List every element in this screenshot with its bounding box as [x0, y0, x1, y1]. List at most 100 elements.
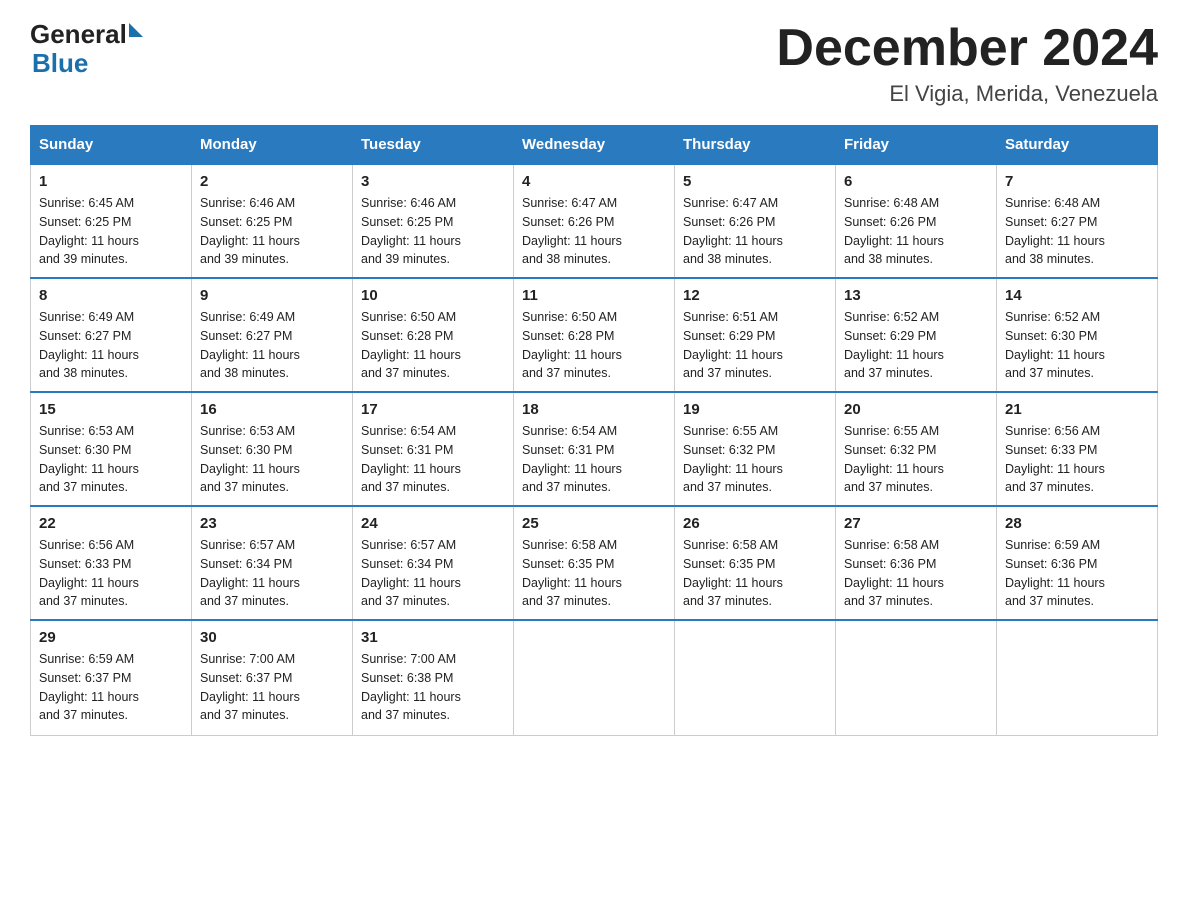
calendar-cell: 2 Sunrise: 6:46 AMSunset: 6:25 PMDaylight…	[192, 164, 353, 278]
calendar-cell: 17 Sunrise: 6:54 AMSunset: 6:31 PMDayligh…	[353, 392, 514, 506]
calendar-cell: 12 Sunrise: 6:51 AMSunset: 6:29 PMDayligh…	[675, 278, 836, 392]
calendar-cell: 1 Sunrise: 6:45 AMSunset: 6:25 PMDaylight…	[31, 164, 192, 278]
day-info: Sunrise: 6:58 AMSunset: 6:35 PMDaylight:…	[683, 536, 827, 611]
day-number: 24	[361, 515, 505, 532]
calendar-cell: 24 Sunrise: 6:57 AMSunset: 6:34 PMDayligh…	[353, 506, 514, 620]
day-info: Sunrise: 6:53 AMSunset: 6:30 PMDaylight:…	[200, 422, 344, 497]
day-number: 10	[361, 287, 505, 304]
calendar-cell: 21Sunrise: 6:56 AMSunset: 6:33 PMDayligh…	[997, 392, 1158, 506]
day-info: Sunrise: 6:55 AMSunset: 6:32 PMDaylight:…	[683, 422, 827, 497]
calendar-cell	[675, 620, 836, 735]
calendar-cell: 11 Sunrise: 6:50 AMSunset: 6:28 PMDayligh…	[514, 278, 675, 392]
day-info: Sunrise: 6:46 AMSunset: 6:25 PMDaylight:…	[361, 194, 505, 269]
calendar-week-row: 15 Sunrise: 6:53 AMSunset: 6:30 PMDayligh…	[31, 392, 1158, 506]
day-info: Sunrise: 6:48 AMSunset: 6:27 PMDaylight:…	[1005, 194, 1149, 269]
day-info: Sunrise: 6:58 AMSunset: 6:35 PMDaylight:…	[522, 536, 666, 611]
calendar-cell: 3Sunrise: 6:46 AMSunset: 6:25 PMDaylight…	[353, 164, 514, 278]
calendar-cell	[836, 620, 997, 735]
calendar-col-header-thursday: Thursday	[675, 126, 836, 165]
calendar-col-header-monday: Monday	[192, 126, 353, 165]
calendar-col-header-tuesday: Tuesday	[353, 126, 514, 165]
calendar-header-row: SundayMondayTuesdayWednesdayThursdayFrid…	[31, 126, 1158, 165]
calendar-cell: 30Sunrise: 7:00 AMSunset: 6:37 PMDayligh…	[192, 620, 353, 735]
day-info: Sunrise: 6:46 AMSunset: 6:25 PMDaylight:…	[200, 194, 344, 269]
day-info: Sunrise: 6:56 AMSunset: 6:33 PMDaylight:…	[39, 536, 183, 611]
calendar-cell: 4Sunrise: 6:47 AMSunset: 6:26 PMDaylight…	[514, 164, 675, 278]
calendar-cell: 18 Sunrise: 6:54 AMSunset: 6:31 PMDayligh…	[514, 392, 675, 506]
day-number: 7	[1005, 173, 1149, 190]
day-info: Sunrise: 6:50 AMSunset: 6:28 PMDaylight:…	[361, 308, 505, 383]
day-number: 12	[683, 287, 827, 304]
day-number: 23	[200, 515, 344, 532]
calendar-cell: 25 Sunrise: 6:58 AMSunset: 6:35 PMDayligh…	[514, 506, 675, 620]
day-number: 25	[522, 515, 666, 532]
day-info: Sunrise: 6:45 AMSunset: 6:25 PMDaylight:…	[39, 194, 183, 269]
day-info: Sunrise: 6:49 AMSunset: 6:27 PMDaylight:…	[39, 308, 183, 383]
day-number: 26	[683, 515, 827, 532]
calendar-week-row: 22 Sunrise: 6:56 AMSunset: 6:33 PMDayligh…	[31, 506, 1158, 620]
day-info: Sunrise: 6:50 AMSunset: 6:28 PMDaylight:…	[522, 308, 666, 383]
day-info: Sunrise: 6:48 AMSunset: 6:26 PMDaylight:…	[844, 194, 988, 269]
day-number: 27	[844, 515, 988, 532]
calendar-cell: 13 Sunrise: 6:52 AMSunset: 6:29 PMDayligh…	[836, 278, 997, 392]
day-number: 14	[1005, 287, 1149, 304]
day-info: Sunrise: 6:52 AMSunset: 6:29 PMDaylight:…	[844, 308, 988, 383]
calendar-col-header-saturday: Saturday	[997, 126, 1158, 165]
day-info: Sunrise: 6:57 AMSunset: 6:34 PMDaylight:…	[200, 536, 344, 611]
page-header: General Blue December 2024 El Vigia, Mer…	[30, 20, 1158, 107]
calendar-cell: 5Sunrise: 6:47 AMSunset: 6:26 PMDaylight…	[675, 164, 836, 278]
day-info: Sunrise: 6:54 AMSunset: 6:31 PMDaylight:…	[522, 422, 666, 497]
location-title: El Vigia, Merida, Venezuela	[776, 81, 1158, 107]
day-number: 6	[844, 173, 988, 190]
day-info: Sunrise: 6:55 AMSunset: 6:32 PMDaylight:…	[844, 422, 988, 497]
day-number: 28	[1005, 515, 1149, 532]
calendar-cell: 27Sunrise: 6:58 AMSunset: 6:36 PMDayligh…	[836, 506, 997, 620]
calendar-week-row: 29 Sunrise: 6:59 AMSunset: 6:37 PMDayligh…	[31, 620, 1158, 735]
day-number: 2	[200, 173, 344, 190]
calendar-cell: 26 Sunrise: 6:58 AMSunset: 6:35 PMDayligh…	[675, 506, 836, 620]
day-number: 30	[200, 629, 344, 646]
calendar-cell: 20 Sunrise: 6:55 AMSunset: 6:32 PMDayligh…	[836, 392, 997, 506]
calendar-cell	[997, 620, 1158, 735]
day-number: 15	[39, 401, 183, 418]
day-info: Sunrise: 6:57 AMSunset: 6:34 PMDaylight:…	[361, 536, 505, 611]
day-number: 13	[844, 287, 988, 304]
day-number: 11	[522, 287, 666, 304]
day-info: Sunrise: 6:49 AMSunset: 6:27 PMDaylight:…	[200, 308, 344, 383]
day-number: 21	[1005, 401, 1149, 418]
day-number: 17	[361, 401, 505, 418]
calendar-week-row: 8 Sunrise: 6:49 AMSunset: 6:27 PMDaylight…	[31, 278, 1158, 392]
logo-general-text: General	[30, 20, 127, 49]
day-info: Sunrise: 6:59 AMSunset: 6:36 PMDaylight:…	[1005, 536, 1149, 611]
day-number: 31	[361, 629, 505, 646]
calendar-week-row: 1 Sunrise: 6:45 AMSunset: 6:25 PMDaylight…	[31, 164, 1158, 278]
calendar-cell: 23 Sunrise: 6:57 AMSunset: 6:34 PMDayligh…	[192, 506, 353, 620]
day-number: 1	[39, 173, 183, 190]
day-number: 16	[200, 401, 344, 418]
day-info: Sunrise: 6:52 AMSunset: 6:30 PMDaylight:…	[1005, 308, 1149, 383]
calendar-cell: 8 Sunrise: 6:49 AMSunset: 6:27 PMDaylight…	[31, 278, 192, 392]
day-info: Sunrise: 6:54 AMSunset: 6:31 PMDaylight:…	[361, 422, 505, 497]
day-info: Sunrise: 6:51 AMSunset: 6:29 PMDaylight:…	[683, 308, 827, 383]
day-number: 22	[39, 515, 183, 532]
calendar-cell: 22 Sunrise: 6:56 AMSunset: 6:33 PMDayligh…	[31, 506, 192, 620]
day-info: Sunrise: 6:59 AMSunset: 6:37 PMDaylight:…	[39, 650, 183, 725]
calendar-cell	[514, 620, 675, 735]
calendar-cell: 19Sunrise: 6:55 AMSunset: 6:32 PMDayligh…	[675, 392, 836, 506]
month-title: December 2024	[776, 20, 1158, 77]
day-number: 18	[522, 401, 666, 418]
day-number: 8	[39, 287, 183, 304]
day-number: 20	[844, 401, 988, 418]
calendar-col-header-friday: Friday	[836, 126, 997, 165]
day-info: Sunrise: 6:47 AMSunset: 6:26 PMDaylight:…	[522, 194, 666, 269]
day-info: Sunrise: 6:53 AMSunset: 6:30 PMDaylight:…	[39, 422, 183, 497]
day-number: 29	[39, 629, 183, 646]
calendar-cell: 31Sunrise: 7:00 AMSunset: 6:38 PMDayligh…	[353, 620, 514, 735]
day-info: Sunrise: 6:47 AMSunset: 6:26 PMDaylight:…	[683, 194, 827, 269]
day-number: 9	[200, 287, 344, 304]
calendar-cell: 15 Sunrise: 6:53 AMSunset: 6:30 PMDayligh…	[31, 392, 192, 506]
calendar-cell: 7 Sunrise: 6:48 AMSunset: 6:27 PMDaylight…	[997, 164, 1158, 278]
title-area: December 2024 El Vigia, Merida, Venezuel…	[776, 20, 1158, 107]
calendar-cell: 6 Sunrise: 6:48 AMSunset: 6:26 PMDaylight…	[836, 164, 997, 278]
calendar-cell: 9 Sunrise: 6:49 AMSunset: 6:27 PMDaylight…	[192, 278, 353, 392]
